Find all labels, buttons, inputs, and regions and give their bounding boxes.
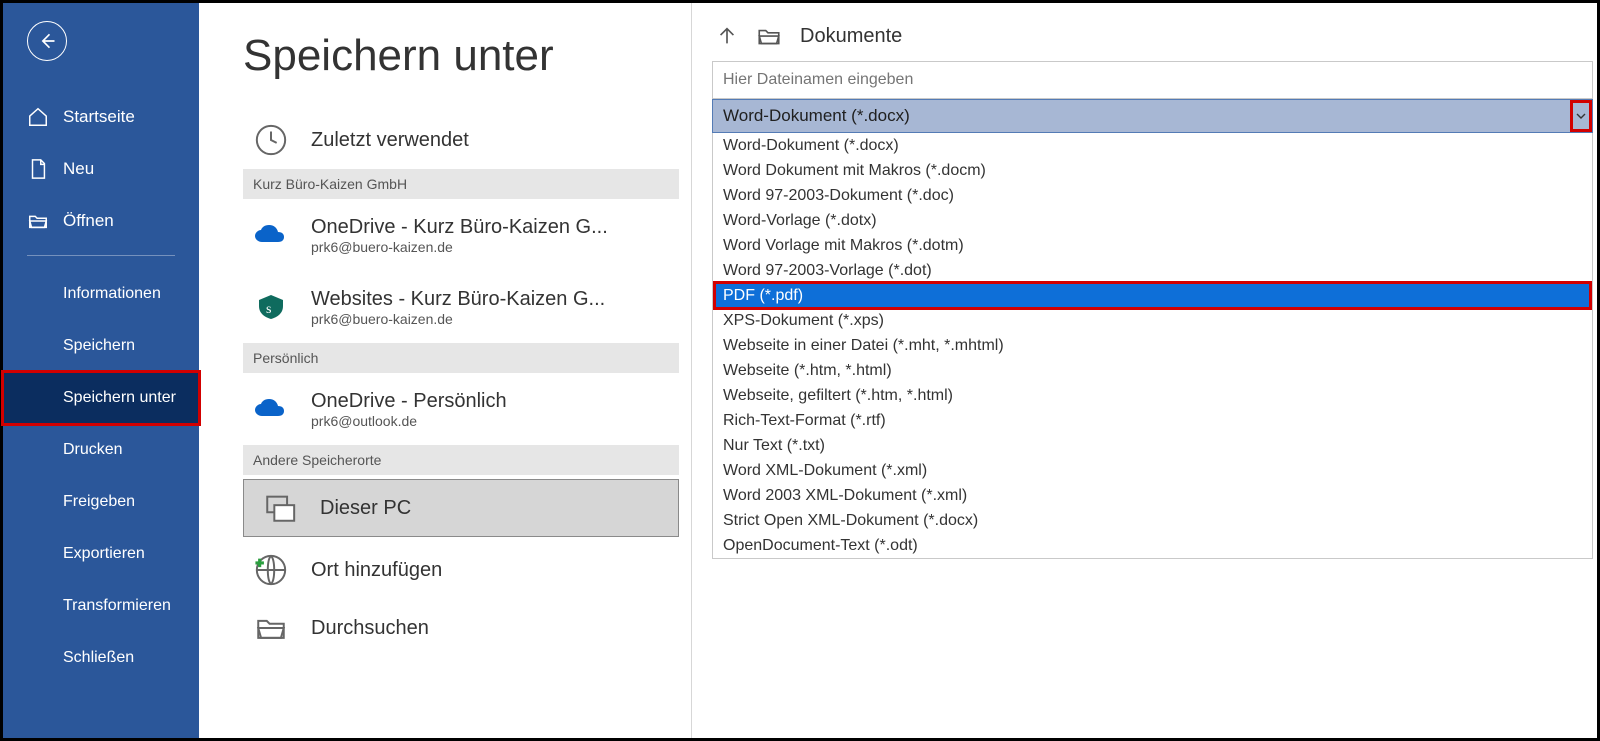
location-subtitle: prk6@buero-kaizen.de — [311, 239, 691, 255]
location-label: Ort hinzufügen — [311, 559, 691, 582]
breadcrumb[interactable]: Dokumente — [712, 23, 1597, 49]
filetype-option[interactable]: OpenDocument-Text (*.odt) — [713, 533, 1592, 558]
filetype-option[interactable]: XPS-Dokument (*.xps) — [713, 308, 1592, 333]
filetype-option[interactable]: Word 2003 XML-Dokument (*.xml) — [713, 483, 1592, 508]
location-title: OneDrive - Kurz Büro-Kaizen G... — [311, 216, 691, 239]
location-subtitle: prk6@buero-kaizen.de — [311, 311, 691, 327]
filetype-option[interactable]: Word Vorlage mit Makros (*.dotm) — [713, 233, 1592, 258]
location-title: Websites - Kurz Büro-Kaizen G... — [311, 288, 691, 311]
location-item[interactable]: OneDrive - Persönlichprk6@outlook.de — [243, 373, 691, 445]
nav-label: Öffnen — [63, 211, 114, 231]
nav-startseite[interactable]: Startseite — [3, 91, 199, 143]
nav-drucken[interactable]: Drucken — [3, 424, 199, 476]
nav-oeffnen[interactable]: Öffnen — [3, 195, 199, 247]
location-title: OneDrive - Persönlich — [311, 390, 691, 413]
location-this-pc[interactable]: Dieser PC — [243, 479, 679, 537]
filetype-select[interactable]: Word-Dokument (*.docx) — [712, 99, 1593, 133]
filetype-option[interactable]: Word 97-2003-Vorlage (*.dot) — [713, 258, 1592, 283]
filetype-option[interactable]: Webseite in einer Datei (*.mht, *.mhtml) — [713, 333, 1592, 358]
filetype-dropdown-button[interactable] — [1570, 100, 1592, 132]
filetype-option[interactable]: Word-Vorlage (*.dotx) — [713, 208, 1592, 233]
group-header-org: Kurz Büro-Kaizen GmbH — [243, 169, 679, 199]
sharepoint-icon: s — [251, 292, 291, 322]
location-add-place[interactable]: Ort hinzufügen — [243, 541, 691, 599]
nav-label: Startseite — [63, 107, 135, 127]
backstage-sidebar: Startseite Neu Öffnen InformationenSpeic… — [3, 3, 199, 738]
browse-icon — [251, 611, 291, 645]
add-place-icon — [251, 553, 291, 587]
breadcrumb-label: Dokumente — [800, 25, 902, 48]
folder-open-icon — [27, 210, 49, 232]
group-header-personal: Persönlich — [243, 343, 679, 373]
nav-speichern[interactable]: Speichern — [3, 320, 199, 372]
nav-schließen[interactable]: Schließen — [3, 632, 199, 684]
location-item[interactable]: s Websites - Kurz Büro-Kaizen G...prk6@bu… — [243, 271, 691, 343]
filetype-option[interactable]: PDF (*.pdf) — [713, 283, 1592, 308]
filetype-option[interactable]: Strict Open XML-Dokument (*.docx) — [713, 508, 1592, 533]
this-pc-icon — [260, 491, 300, 525]
clock-icon — [251, 123, 291, 157]
location-subtitle: prk6@outlook.de — [311, 413, 691, 429]
nav-separator — [27, 255, 175, 256]
filetype-selected-label: Word-Dokument (*.docx) — [723, 106, 910, 126]
nav-informationen[interactable]: Informationen — [3, 268, 199, 320]
location-label: Zuletzt verwendet — [311, 129, 691, 152]
arrow-left-icon — [37, 31, 57, 51]
folder-open-icon — [756, 23, 782, 49]
chevron-down-icon — [1576, 111, 1586, 121]
nav-neu[interactable]: Neu — [3, 143, 199, 195]
filetype-option[interactable]: Word Dokument mit Makros (*.docm) — [713, 158, 1592, 183]
filetype-option[interactable]: Webseite, gefiltert (*.htm, *.html) — [713, 383, 1592, 408]
home-icon — [27, 106, 49, 128]
filetype-option[interactable]: Word 97-2003-Dokument (*.doc) — [713, 183, 1592, 208]
nav-speichern-unter[interactable]: Speichern unter — [3, 372, 199, 424]
nav-transformieren[interactable]: Transformieren — [3, 580, 199, 632]
page-title: Speichern unter — [243, 31, 691, 81]
location-label: Durchsuchen — [311, 617, 691, 640]
nav-label: Neu — [63, 159, 94, 179]
filetype-dropdown-list: Word-Dokument (*.docx)Word Dokument mit … — [712, 133, 1593, 559]
locations-panel: Speichern unter Zuletzt verwendet Kurz B… — [199, 3, 691, 738]
arrow-up-icon[interactable] — [716, 25, 738, 47]
filename-input[interactable] — [712, 61, 1593, 99]
nav-freigeben[interactable]: Freigeben — [3, 476, 199, 528]
filetype-option[interactable]: Webseite (*.htm, *.html) — [713, 358, 1592, 383]
nav-primary: Startseite Neu Öffnen InformationenSpeic… — [3, 91, 199, 684]
nav-exportieren[interactable]: Exportieren — [3, 528, 199, 580]
save-options-panel: Dokumente Word-Dokument (*.docx) Word-Do… — [691, 3, 1597, 738]
location-recent[interactable]: Zuletzt verwendet — [243, 111, 691, 169]
filetype-option[interactable]: Word-Dokument (*.docx) — [713, 133, 1592, 158]
location-label: Dieser PC — [320, 497, 678, 520]
location-item[interactable]: OneDrive - Kurz Büro-Kaizen G...prk6@bue… — [243, 199, 691, 271]
file-icon — [27, 158, 49, 180]
filetype-option[interactable]: Word XML-Dokument (*.xml) — [713, 458, 1592, 483]
svg-text:s: s — [266, 302, 271, 317]
group-header-other: Andere Speicherorte — [243, 445, 679, 475]
onedrive-icon — [251, 398, 291, 420]
back-button[interactable] — [27, 21, 67, 61]
onedrive-icon — [251, 224, 291, 246]
filetype-option[interactable]: Rich-Text-Format (*.rtf) — [713, 408, 1592, 433]
location-browse[interactable]: Durchsuchen — [243, 599, 691, 657]
filetype-option[interactable]: Nur Text (*.txt) — [713, 433, 1592, 458]
